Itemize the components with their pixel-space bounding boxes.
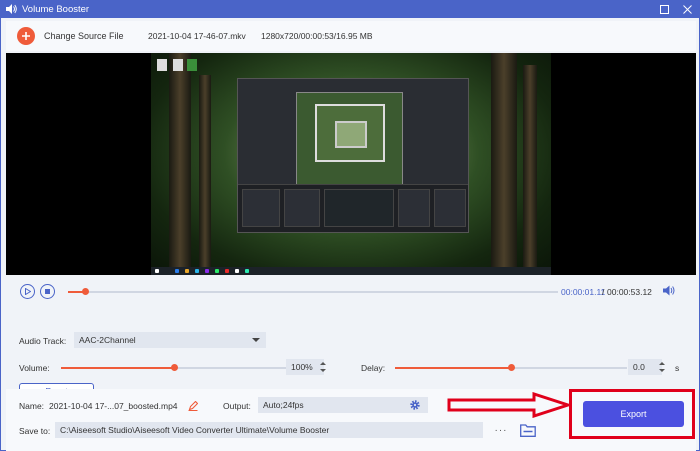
save-path-value: C:\Aiseesoft Studio\Aiseesoft Video Conv… — [60, 425, 330, 435]
window-title: Volume Booster — [22, 3, 90, 15]
time-separator: / — [602, 287, 605, 297]
volume-booster-window: Change Source File 2021-10-04 17-46-07.m… — [0, 18, 700, 451]
save-path-field[interactable]: C:\Aiseesoft Studio\Aiseesoft Video Conv… — [55, 422, 483, 438]
volume-slider[interactable] — [61, 364, 287, 371]
annotation-arrow — [447, 392, 572, 418]
delay-slider-handle[interactable] — [508, 364, 515, 371]
audio-track-select[interactable]: AAC-2Channel — [74, 332, 266, 348]
output-label: Output: — [223, 401, 251, 411]
recorded-obs-window — [237, 78, 469, 233]
audio-track-label: Audio Track: — [19, 336, 67, 346]
delay-value: 0.0 — [633, 362, 645, 372]
save-to-label: Save to: — [19, 426, 51, 436]
gear-icon[interactable] — [404, 397, 426, 413]
source-file-bar: Change Source File 2021-10-04 17-46-07.m… — [6, 21, 696, 51]
volume-stepper[interactable] — [318, 359, 328, 375]
edit-name-icon[interactable] — [188, 400, 199, 411]
audio-controls-panel: 00:00:01.11 / 00:00:53.12 Audio Track: A… — [6, 277, 696, 381]
audio-track-value: AAC-2Channel — [79, 335, 136, 345]
chevron-down-icon — [252, 338, 260, 342]
add-icon[interactable] — [17, 27, 35, 45]
volume-booster-app-icon — [5, 3, 17, 15]
delay-slider[interactable] — [395, 364, 627, 371]
play-icon — [24, 288, 31, 295]
name-label: Name: — [19, 401, 45, 411]
play-button[interactable] — [20, 284, 35, 299]
output-file-name: 2021-10-04 17-...07_boosted.mp4 — [49, 401, 178, 411]
current-time: 00:00:01.11 — [561, 287, 606, 297]
maximize-button[interactable] — [656, 1, 672, 17]
speaker-icon[interactable] — [663, 285, 675, 297]
title-bar: Volume Booster — [0, 0, 700, 18]
export-button[interactable]: Export — [583, 401, 684, 427]
delay-unit: s — [675, 363, 680, 373]
delay-stepper[interactable] — [657, 359, 667, 375]
browse-more-button[interactable]: ··· — [486, 422, 516, 438]
stop-button[interactable] — [40, 284, 55, 299]
stop-icon — [45, 289, 50, 294]
folder-icon[interactable] — [520, 424, 536, 438]
preview-taskbar — [151, 267, 551, 275]
playback-progress-handle[interactable] — [82, 288, 90, 295]
total-time: 00:00:53.12 — [607, 287, 652, 297]
close-button[interactable] — [679, 1, 695, 17]
delay-label: Delay: — [361, 363, 386, 373]
change-source-file-button[interactable]: Change Source File — [44, 31, 124, 41]
source-file-name: 2021-10-04 17-46-07.mkv — [148, 31, 246, 41]
volume-value: 100% — [291, 362, 313, 372]
volume-label: Volume: — [19, 363, 50, 373]
video-preview[interactable] — [6, 53, 696, 275]
playback-progress-bar[interactable] — [68, 288, 558, 295]
output-format-field[interactable]: Auto;24fps — [258, 397, 428, 413]
output-format-value: Auto;24fps — [263, 400, 304, 410]
source-file-meta: 1280x720/00:00:53/16.95 MB — [261, 31, 373, 41]
volume-slider-handle[interactable] — [171, 364, 178, 371]
